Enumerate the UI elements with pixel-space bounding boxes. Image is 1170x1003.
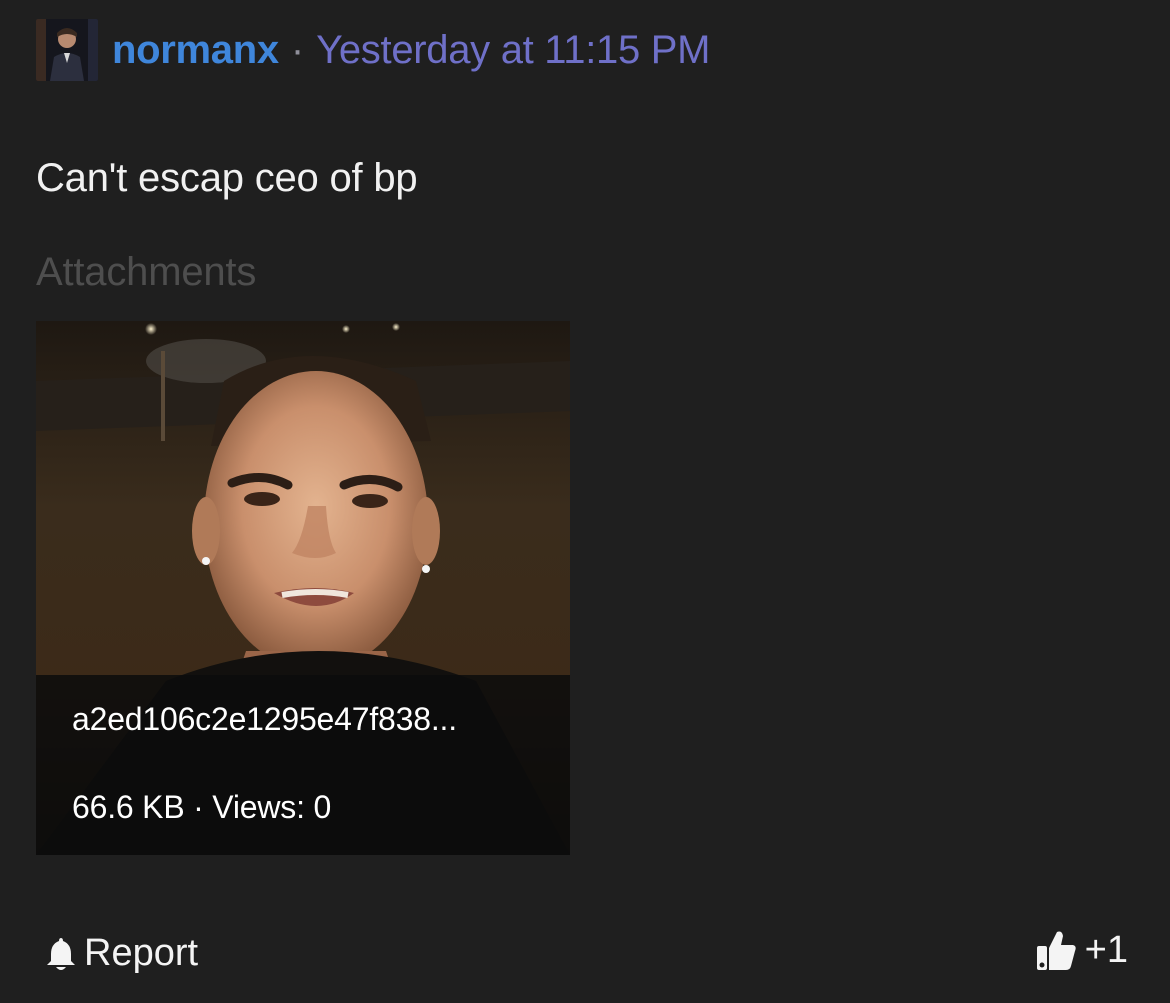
report-button[interactable]: Report	[44, 932, 198, 975]
post-timestamp[interactable]: Yesterday at 11:15 PM	[316, 28, 710, 73]
attachments-label: Attachments	[36, 250, 257, 294]
like-button[interactable]: +1	[1035, 928, 1128, 972]
avatar-image	[36, 19, 98, 81]
thumbs-up-icon	[1036, 931, 1076, 970]
attachment-meta: 66.6 KB · Views: 0	[72, 789, 332, 825]
attachment-info-overlay: a2ed106c2e1295e47f838... 66.6 KB · Views…	[36, 675, 570, 855]
report-label: Report	[84, 932, 199, 974]
post-header: normanx · Yesterday at 11:15 PM	[36, 18, 710, 82]
bell-icon	[47, 937, 75, 970]
avatar[interactable]	[36, 19, 98, 81]
header-separator: ·	[290, 27, 305, 72]
like-count: +1	[1084, 928, 1128, 971]
author-username[interactable]: normanx	[112, 28, 279, 73]
attachment-filename[interactable]: a2ed106c2e1295e47f838...	[72, 701, 457, 738]
attachment-card[interactable]: a2ed106c2e1295e47f838... 66.6 KB · Views…	[36, 321, 570, 855]
post-message: Can't escap ceo of bp	[36, 156, 418, 200]
post-container: normanx · Yesterday at 11:15 PM Can't es…	[0, 0, 1170, 1003]
